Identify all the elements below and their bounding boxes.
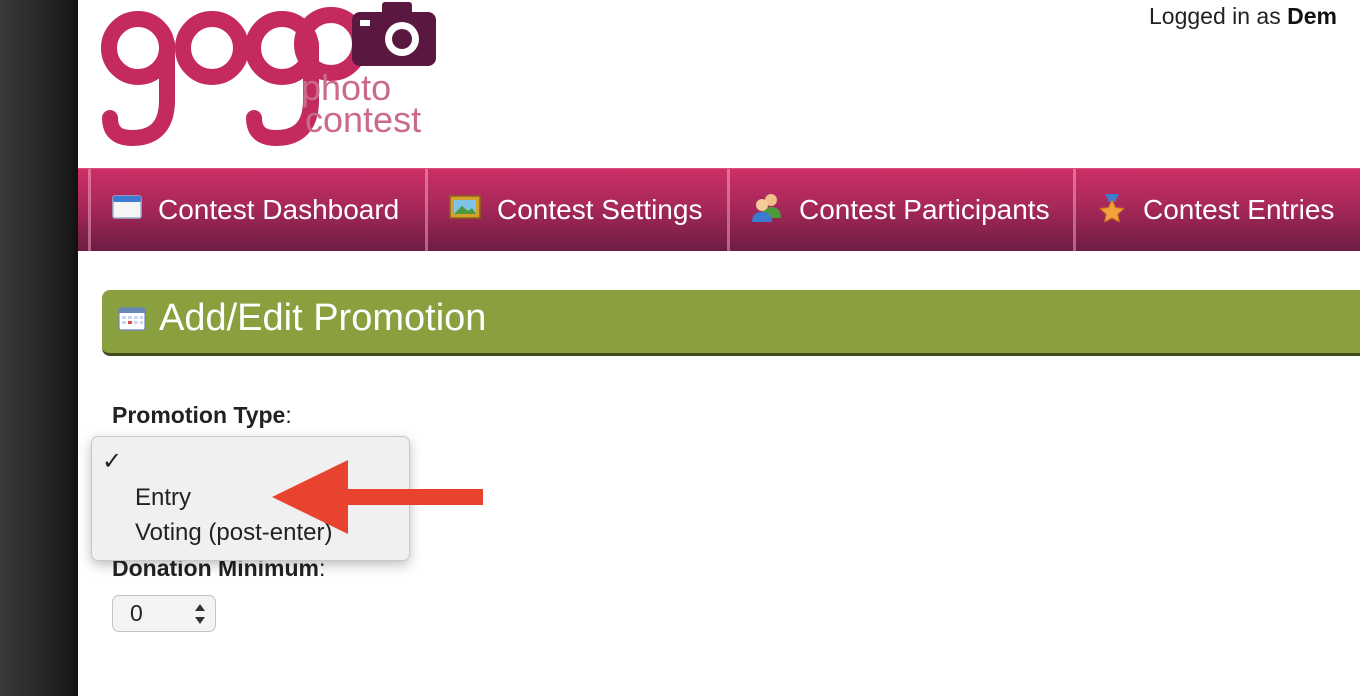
nav-contest-dashboard[interactable]: Contest Dashboard <box>88 169 426 251</box>
window-icon <box>112 194 142 227</box>
gogo-photo-contest-logo[interactable]: photo contest <box>100 0 440 150</box>
checkmark-icon: ✓ <box>102 448 123 475</box>
svg-text:contest: contest <box>305 99 421 140</box>
star-icon <box>1097 192 1127 229</box>
picture-icon <box>449 194 481 227</box>
users-icon <box>751 192 783 229</box>
annotation-arrow-icon <box>272 460 483 534</box>
promotion-type-label: Promotion Type: <box>112 402 292 429</box>
logged-in-status: Logged in as Dem <box>1149 3 1337 30</box>
dropdown-option-entry[interactable]: Entry <box>135 484 191 512</box>
camera-icon <box>352 2 436 66</box>
calendar-icon <box>118 307 146 336</box>
window-edge-shadow <box>0 0 78 696</box>
label-text: Promotion Type <box>112 402 286 428</box>
logged-in-user[interactable]: Dem <box>1287 3 1337 29</box>
nav-label: Contest Settings <box>497 194 703 225</box>
label-colon: : <box>285 402 292 428</box>
nav-label: Contest Entries <box>1143 194 1335 225</box>
nav-contest-settings[interactable]: Contest Settings <box>425 169 729 251</box>
main-navbar: Contest Dashboard Contest Settings Conte… <box>78 168 1360 251</box>
donation-minimum-stepper[interactable]: 0 <box>112 595 216 632</box>
logged-in-prefix: Logged in as <box>1149 3 1288 29</box>
stepper-arrows-icon[interactable] <box>193 600 207 628</box>
nav-label: Contest Participants <box>799 194 1050 225</box>
page-title: Add/Edit Promotion <box>159 297 487 339</box>
nav-contest-participants[interactable]: Contest Participants <box>727 169 1073 251</box>
stepper-value: 0 <box>130 600 143 626</box>
page-header-panel: Add/Edit Promotion <box>102 290 1360 356</box>
nav-label: Contest Dashboard <box>158 194 400 225</box>
nav-contest-entries[interactable]: Contest Entries <box>1073 169 1360 251</box>
